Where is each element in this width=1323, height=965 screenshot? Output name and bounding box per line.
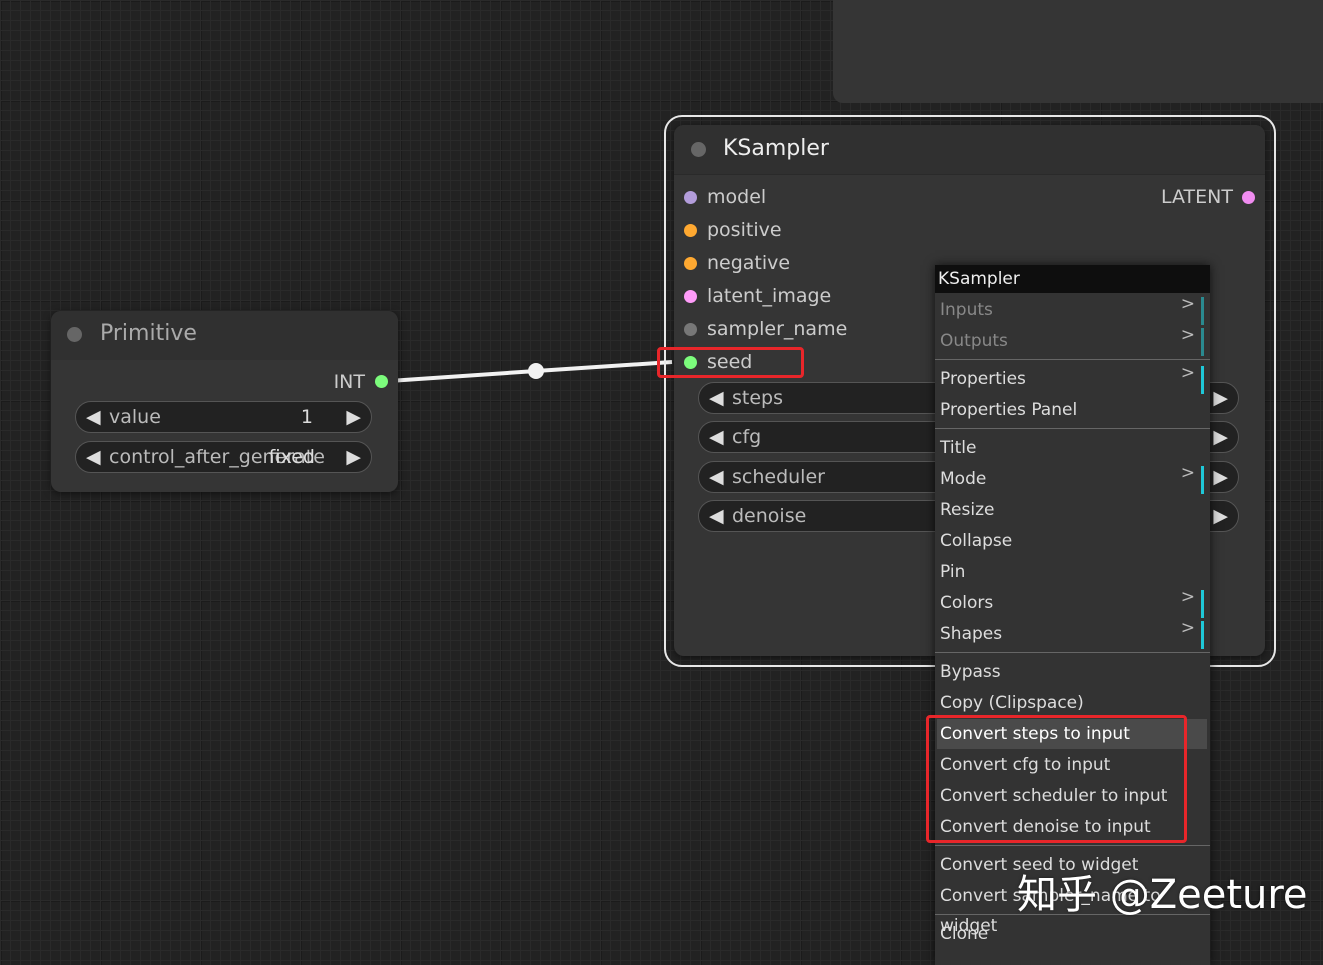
decrement-arrow-icon[interactable]: ◀ (86, 402, 101, 432)
menu-item-label: Resize (940, 500, 995, 520)
submenu-arrow-icon: > (1180, 294, 1195, 314)
input-dot-latent_image[interactable] (684, 290, 697, 303)
input-label-positive: positive (707, 219, 782, 241)
input-dot-sampler_name[interactable] (684, 323, 697, 336)
submenu-arrow-icon: > (1180, 463, 1195, 483)
menu-separator (935, 652, 1210, 653)
menu-item-mode[interactable]: Mode > (935, 463, 1207, 494)
menu-item-outputs[interactable]: Outputs > (935, 325, 1207, 356)
decrement-arrow-icon[interactable]: ◀ (709, 462, 724, 492)
decrement-arrow-icon[interactable]: ◀ (709, 383, 724, 413)
menu-item-bypass[interactable]: Bypass (935, 657, 1207, 687)
submenu-indicator (1201, 328, 1204, 356)
menu-separator (935, 845, 1210, 846)
menu-item-label: Copy (Clipspace) (940, 693, 1084, 713)
menu-item-label: Bypass (940, 662, 1001, 682)
menu-item-clone[interactable]: Clone (935, 919, 1207, 949)
input-label-model: model (707, 186, 767, 208)
increment-arrow-icon[interactable]: ▶ (346, 402, 361, 432)
collapse-dot-icon[interactable] (691, 142, 706, 157)
widget-control-after-generate[interactable]: ◀ control_after_generate fixed ▶ (75, 441, 372, 473)
primitive-title-bar[interactable]: Primitive (51, 311, 398, 360)
decrement-arrow-icon[interactable]: ◀ (86, 442, 101, 472)
menu-item-label: Clone (940, 924, 989, 944)
submenu-indicator (1201, 621, 1204, 649)
increment-arrow-icon[interactable]: ▶ (1213, 501, 1228, 531)
menu-item-title[interactable]: Title (935, 433, 1207, 463)
menu-item-label: Inputs (940, 300, 993, 320)
decrement-arrow-icon[interactable]: ◀ (709, 422, 724, 452)
context-menu: KSampler Inputs > Outputs > Properties > Prope… (935, 265, 1210, 965)
menu-item-shapes[interactable]: Shapes > (935, 618, 1207, 649)
increment-arrow-icon[interactable]: ▶ (346, 442, 361, 472)
collapse-dot-icon[interactable] (67, 327, 82, 342)
link-midpoint-handle (528, 363, 544, 379)
submenu-arrow-icon: > (1180, 363, 1195, 383)
menu-separator (935, 428, 1210, 429)
submenu-arrow-icon: > (1180, 587, 1195, 607)
primitive-node[interactable]: Primitive INT ◀ value 1 ▶ ◀ control_afte… (51, 311, 398, 492)
menu-item-label: Shapes (940, 624, 1003, 644)
menu-item-label: Pin (940, 562, 966, 582)
increment-arrow-icon[interactable]: ▶ (1213, 383, 1228, 413)
widget-value[interactable]: ◀ value 1 ▶ (75, 401, 372, 433)
output-latent-dot[interactable] (1242, 191, 1255, 204)
primitive-title: Primitive (100, 321, 197, 346)
submenu-arrow-icon: > (1180, 325, 1195, 345)
increment-arrow-icon[interactable]: ▶ (1213, 462, 1228, 492)
watermark: 知乎 @Zeeture (1017, 872, 1308, 918)
menu-item-label: Properties Panel (940, 400, 1078, 420)
output-int-label: INT (333, 371, 365, 393)
submenu-indicator (1201, 590, 1204, 618)
menu-item-label: Title (940, 438, 977, 458)
input-label-negative: negative (707, 252, 791, 274)
increment-arrow-icon[interactable]: ▶ (1213, 422, 1228, 452)
menu-item-colors[interactable]: Colors > (935, 587, 1207, 618)
menu-item-inputs[interactable]: Inputs > (935, 294, 1207, 325)
input-dot-positive[interactable] (684, 224, 697, 237)
ksampler-title: KSampler (723, 136, 829, 161)
input-dot-model[interactable] (684, 191, 697, 204)
menu-separator (935, 359, 1210, 360)
input-dot-negative[interactable] (684, 257, 697, 270)
menu-item-label: Outputs (940, 331, 1008, 351)
menu-item-label: Mode (940, 469, 987, 489)
menu-item-resize[interactable]: Resize (935, 495, 1207, 525)
menu-item-label: Collapse (940, 531, 1013, 551)
menu-item-collapse[interactable]: Collapse (935, 526, 1207, 556)
submenu-indicator (1201, 466, 1204, 494)
highlight-box-convert-items (926, 715, 1187, 843)
decrement-arrow-icon[interactable]: ◀ (709, 501, 724, 531)
output-int-dot[interactable] (375, 375, 388, 388)
output-latent-label: LATENT (1161, 186, 1233, 208)
menu-item-properties-panel[interactable]: Properties Panel (935, 395, 1207, 425)
ksampler-title-bar[interactable]: KSampler (674, 125, 1265, 175)
menu-item-copy-clipspace[interactable]: Copy (Clipspace) (935, 688, 1207, 718)
context-menu-title: KSampler (935, 265, 1210, 293)
highlight-box-seed (657, 347, 804, 378)
input-label-sampler_name: sampler_name (707, 318, 848, 340)
submenu-indicator (1201, 366, 1204, 394)
menu-item-label: Properties (940, 369, 1026, 389)
menu-item-pin[interactable]: Pin (935, 557, 1207, 587)
menu-item-properties[interactable]: Properties > (935, 363, 1207, 394)
input-label-latent_image: latent_image (707, 285, 832, 307)
menu-item-label: Colors (940, 593, 994, 613)
submenu-indicator (1201, 297, 1204, 325)
submenu-arrow-icon: > (1180, 618, 1195, 638)
